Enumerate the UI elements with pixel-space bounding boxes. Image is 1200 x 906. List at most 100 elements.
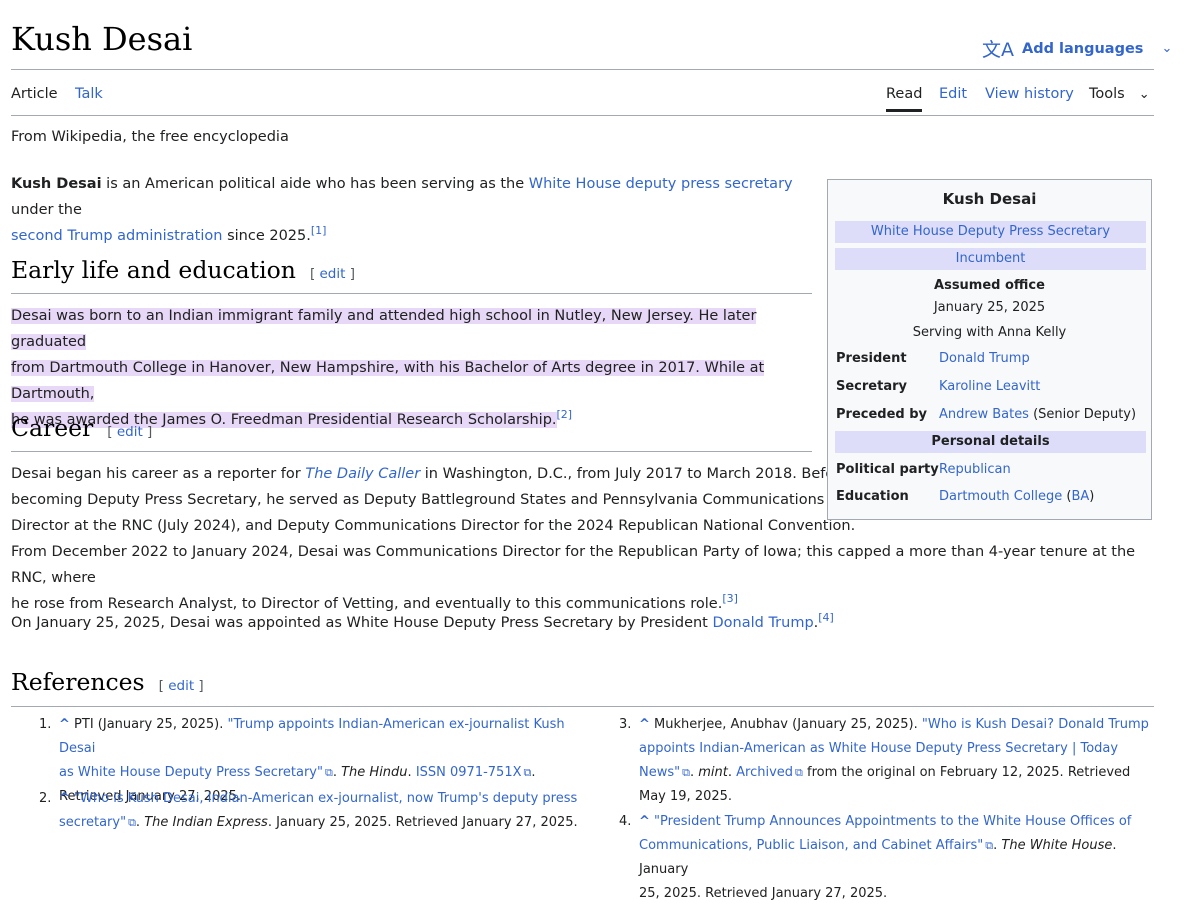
daily-caller-label: The Daily Caller	[305, 466, 421, 482]
infobox-row-secretary: Secretary Karoline Leavitt	[836, 379, 1040, 394]
reference-work: mint	[698, 765, 728, 780]
edit-section-early-life[interactable]: edit	[320, 266, 346, 282]
career-text: From December 2022 to January 2024, Desa…	[11, 544, 1136, 586]
ref-title-part: "President Trump Announces Appointments …	[654, 814, 1132, 829]
reference-author: Mukherjee, Anubhav (January 25, 2025).	[649, 717, 922, 732]
infobox-office: White House Deputy Press Secretary	[835, 221, 1146, 243]
career-text: in Washington, D.C., from July 2017 to M…	[420, 466, 849, 482]
preceded-note: (Senior Deputy)	[1028, 407, 1137, 422]
infobox-row-president: President Donald Trump	[836, 351, 1030, 366]
page-title: Kush Desai	[11, 20, 193, 58]
infobox-name: Kush Desai	[942, 190, 1037, 208]
ref-title-part: secretary"	[59, 815, 127, 830]
row-label: Education	[836, 489, 909, 504]
reference-author: PTI (January 25, 2025).	[69, 717, 228, 732]
infobox-row-education: Education Dartmouth College (BA)	[836, 489, 1095, 504]
external-link-icon: ⧉	[795, 766, 803, 779]
link-office[interactable]: White House Deputy Press Secretary	[871, 224, 1110, 239]
serving-with: Serving with Anna Kelly	[912, 325, 1067, 340]
backlink-caret[interactable]: ^	[639, 717, 650, 732]
edit-section-career[interactable]: edit	[117, 424, 143, 440]
reference-number: 2.	[39, 791, 52, 806]
reference-work: The Indian Express	[144, 815, 268, 830]
add-languages-label: Add languages	[1022, 40, 1144, 57]
tab-article[interactable]: Article	[11, 86, 58, 102]
row-label: President	[836, 351, 907, 366]
reference-item: 2. ^ "Who is Kush Desai, Indian-American …	[39, 787, 599, 835]
citation-2[interactable]: [2]	[557, 408, 573, 421]
tagline: From Wikipedia, the free encyclopedia	[11, 129, 289, 145]
career-text: Director at the RNC (July 2024), and Dep…	[11, 518, 856, 534]
edit-section-references[interactable]: edit	[168, 678, 194, 694]
tab-edit[interactable]: Edit	[939, 86, 967, 102]
tabs-divider	[11, 115, 1154, 116]
tools-menu[interactable]: Tools ⌄	[1089, 86, 1150, 102]
backlink-caret[interactable]: ^	[59, 717, 70, 732]
heading-text: Early life and education	[11, 256, 296, 284]
subject-name: Kush Desai	[11, 176, 102, 192]
backlink-caret[interactable]: ^	[59, 791, 70, 806]
infobox: Kush Desai White House Deputy Press Secr…	[827, 179, 1152, 520]
section-divider	[11, 451, 812, 452]
title-divider	[11, 69, 1154, 70]
external-link-icon: ⧉	[985, 839, 994, 852]
link-deputy-press-secretary[interactable]: White House deputy press secretary	[529, 176, 793, 192]
career-text: On January 25, 2025, Desai was appointed…	[11, 615, 713, 631]
issn-link[interactable]: ISSN 0971-751X	[416, 765, 522, 780]
tools-label: Tools	[1089, 86, 1125, 102]
tab-talk[interactable]: Talk	[75, 86, 103, 102]
tab-view-history[interactable]: View history	[985, 86, 1074, 102]
reference-retrieved: . January 25, 2025. Retrieved January 27…	[267, 815, 578, 830]
reference-number: 4.	[619, 814, 632, 829]
intro-text: is an American political aide who has be…	[101, 176, 529, 192]
heading-references: References[ edit ]	[11, 668, 204, 696]
infobox-row-preceded: Preceded by Andrew Bates (Senior Deputy)	[836, 407, 1136, 422]
ref-title-part: as White House Deputy Press Secretary"	[59, 765, 323, 780]
citation-3[interactable]: [3]	[722, 592, 738, 605]
section-divider	[11, 706, 1154, 707]
external-link-icon: ⧉	[682, 766, 690, 779]
add-languages-button[interactable]: 文A Add languages ⌄	[982, 35, 1172, 62]
intro-text: since 2025.	[222, 228, 311, 244]
reference-work: The Hindu	[341, 765, 408, 780]
link-daily-caller[interactable]: The Daily Caller	[305, 466, 420, 482]
link-secretary[interactable]: Karoline Leavitt	[939, 379, 1040, 394]
link-president[interactable]: Donald Trump	[939, 351, 1030, 366]
citation-4[interactable]: [4]	[818, 611, 834, 624]
reference-retrieved: May 19, 2025.	[639, 789, 733, 804]
ref-title-part: News"	[639, 765, 681, 780]
row-label: Preceded by	[836, 407, 928, 422]
link-second-trump-administration[interactable]: second Trump administration	[11, 228, 222, 244]
citation-1[interactable]: [1]	[311, 224, 327, 237]
link-donald-trump[interactable]: Donald Trump	[712, 615, 813, 631]
backlink-caret[interactable]: ^	[639, 814, 650, 829]
ref-title-part: Communications, Public Liaison, and Cabi…	[639, 838, 984, 853]
early-line: Desai was born to an Indian immigrant fa…	[11, 308, 757, 350]
external-link-icon: ⧉	[523, 766, 532, 779]
ref-title-part: "Who is Kush Desai? Donald Trump	[921, 717, 1149, 732]
chevron-down-icon: ⌄	[1161, 41, 1173, 56]
reference-retrieved: 25, 2025. Retrieved January 27, 2025.	[639, 886, 888, 901]
reference-item: 4. ^ "President Trump Announces Appointme…	[619, 810, 1164, 906]
chevron-down-icon: ⌄	[1138, 87, 1150, 102]
language-icon: 文A	[982, 39, 1014, 61]
archived-link[interactable]: Archived	[736, 765, 793, 780]
link-incumbent[interactable]: Incumbent	[956, 251, 1026, 266]
heading-text: References	[11, 668, 145, 696]
link-education[interactable]: Dartmouth College	[939, 489, 1062, 504]
career-text: Desai began his career as a reporter for	[11, 466, 306, 482]
link-party[interactable]: Republican	[939, 462, 1011, 477]
intro-paragraph: Kush Desai is an American political aide…	[11, 171, 811, 249]
infobox-status: Incumbent	[835, 248, 1146, 270]
heading-career: Career[ edit ]	[11, 414, 153, 442]
intro-text: under the	[11, 202, 82, 218]
tab-read[interactable]: Read	[886, 86, 923, 112]
reference-number: 1.	[39, 717, 52, 732]
section-divider	[11, 293, 812, 294]
link-preceded-by[interactable]: Andrew Bates	[939, 407, 1029, 422]
link-degree[interactable]: BA	[1071, 489, 1089, 504]
external-link-icon: ⧉	[324, 766, 333, 779]
row-label: Secretary	[836, 379, 907, 394]
row-label: Political party	[836, 462, 939, 477]
reference-work: The White House	[1001, 838, 1113, 853]
